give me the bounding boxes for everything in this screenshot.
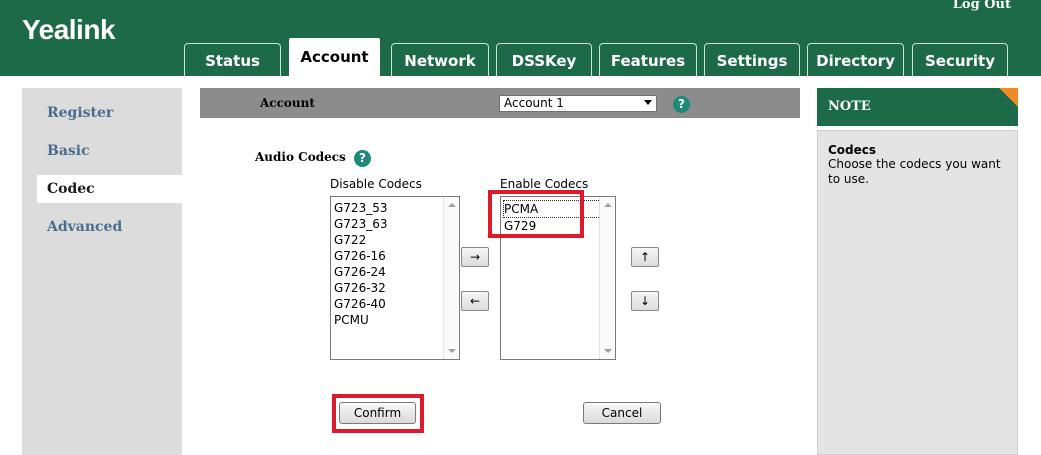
- move-down-button[interactable]: ↓: [631, 291, 659, 311]
- move-right-button[interactable]: →: [461, 247, 489, 267]
- sidebar-item-advanced[interactable]: Advanced: [22, 213, 190, 241]
- disabled-list-scrollbar[interactable]: [443, 197, 459, 359]
- list-item[interactable]: PCMA: [503, 200, 611, 218]
- move-up-button[interactable]: ↑: [631, 247, 659, 267]
- sidebar-item-register[interactable]: Register: [22, 99, 190, 127]
- enable-codecs-label: Enable Codecs: [500, 177, 589, 191]
- note-panel: Codecs Choose the codecs you want to use…: [817, 130, 1018, 455]
- left-sidebar: Register Basic Codec Advanced: [22, 88, 190, 455]
- cancel-button[interactable]: Cancel: [583, 402, 661, 424]
- tab-dsskey[interactable]: DSSKey: [496, 43, 592, 76]
- tab-account[interactable]: Account: [287, 36, 382, 76]
- move-left-button[interactable]: ←: [461, 291, 489, 311]
- list-item[interactable]: G723_53: [334, 200, 387, 216]
- enabled-list-scrollbar[interactable]: [599, 197, 615, 359]
- logout-link[interactable]: Log Out: [953, 0, 1011, 12]
- enabled-codecs-list[interactable]: PCMA G729: [500, 196, 616, 360]
- tab-features[interactable]: Features: [599, 43, 697, 76]
- list-item[interactable]: G723_63: [334, 216, 387, 232]
- account-help-icon[interactable]: ?: [673, 96, 690, 113]
- chevron-down-icon: [644, 100, 652, 105]
- list-item[interactable]: G726-32: [334, 280, 387, 296]
- account-bar: Account Account 1 ?: [200, 88, 800, 118]
- disabled-codecs-list[interactable]: G723_53 G723_63 G722 G726-16 G726-24 G72…: [330, 196, 460, 360]
- account-label: Account: [260, 96, 315, 110]
- note-text: Choose the codecs you want to use.: [828, 157, 1001, 186]
- scroll-up-icon[interactable]: [448, 203, 456, 207]
- account-select[interactable]: Account 1: [499, 95, 657, 112]
- sidebar-item-codec[interactable]: Codec: [37, 175, 190, 203]
- account-select-value: Account 1: [504, 96, 564, 110]
- tab-directory[interactable]: Directory: [807, 43, 904, 76]
- tab-status[interactable]: Status: [184, 43, 281, 76]
- audio-codecs-help-icon[interactable]: ?: [354, 150, 371, 167]
- note-header: NOTE: [817, 88, 1018, 126]
- tab-settings[interactable]: Settings: [704, 43, 800, 76]
- scroll-down-icon[interactable]: [448, 349, 456, 353]
- scroll-up-icon[interactable]: [604, 203, 612, 207]
- scroll-down-icon[interactable]: [604, 349, 612, 353]
- list-item[interactable]: G726-40: [334, 296, 387, 312]
- confirm-button[interactable]: Confirm: [339, 402, 416, 424]
- audio-codecs-title: Audio Codecs: [255, 150, 346, 164]
- list-item[interactable]: PCMU: [334, 312, 387, 328]
- top-header: Yealink Log Out Status Account Network D…: [0, 0, 1041, 76]
- list-item[interactable]: G726-24: [334, 264, 387, 280]
- sidebar-item-basic[interactable]: Basic: [22, 137, 190, 165]
- note-title: Codecs: [828, 143, 877, 157]
- tab-security[interactable]: Security: [912, 43, 1008, 76]
- list-item[interactable]: G726-16: [334, 248, 387, 264]
- yealink-logo: Yealink: [22, 14, 116, 45]
- note-corner-shadow: [999, 88, 1018, 107]
- list-item[interactable]: G722: [334, 232, 387, 248]
- tab-network[interactable]: Network: [391, 43, 489, 76]
- list-item[interactable]: G729: [504, 218, 611, 234]
- disable-codecs-label: Disable Codecs: [330, 177, 422, 191]
